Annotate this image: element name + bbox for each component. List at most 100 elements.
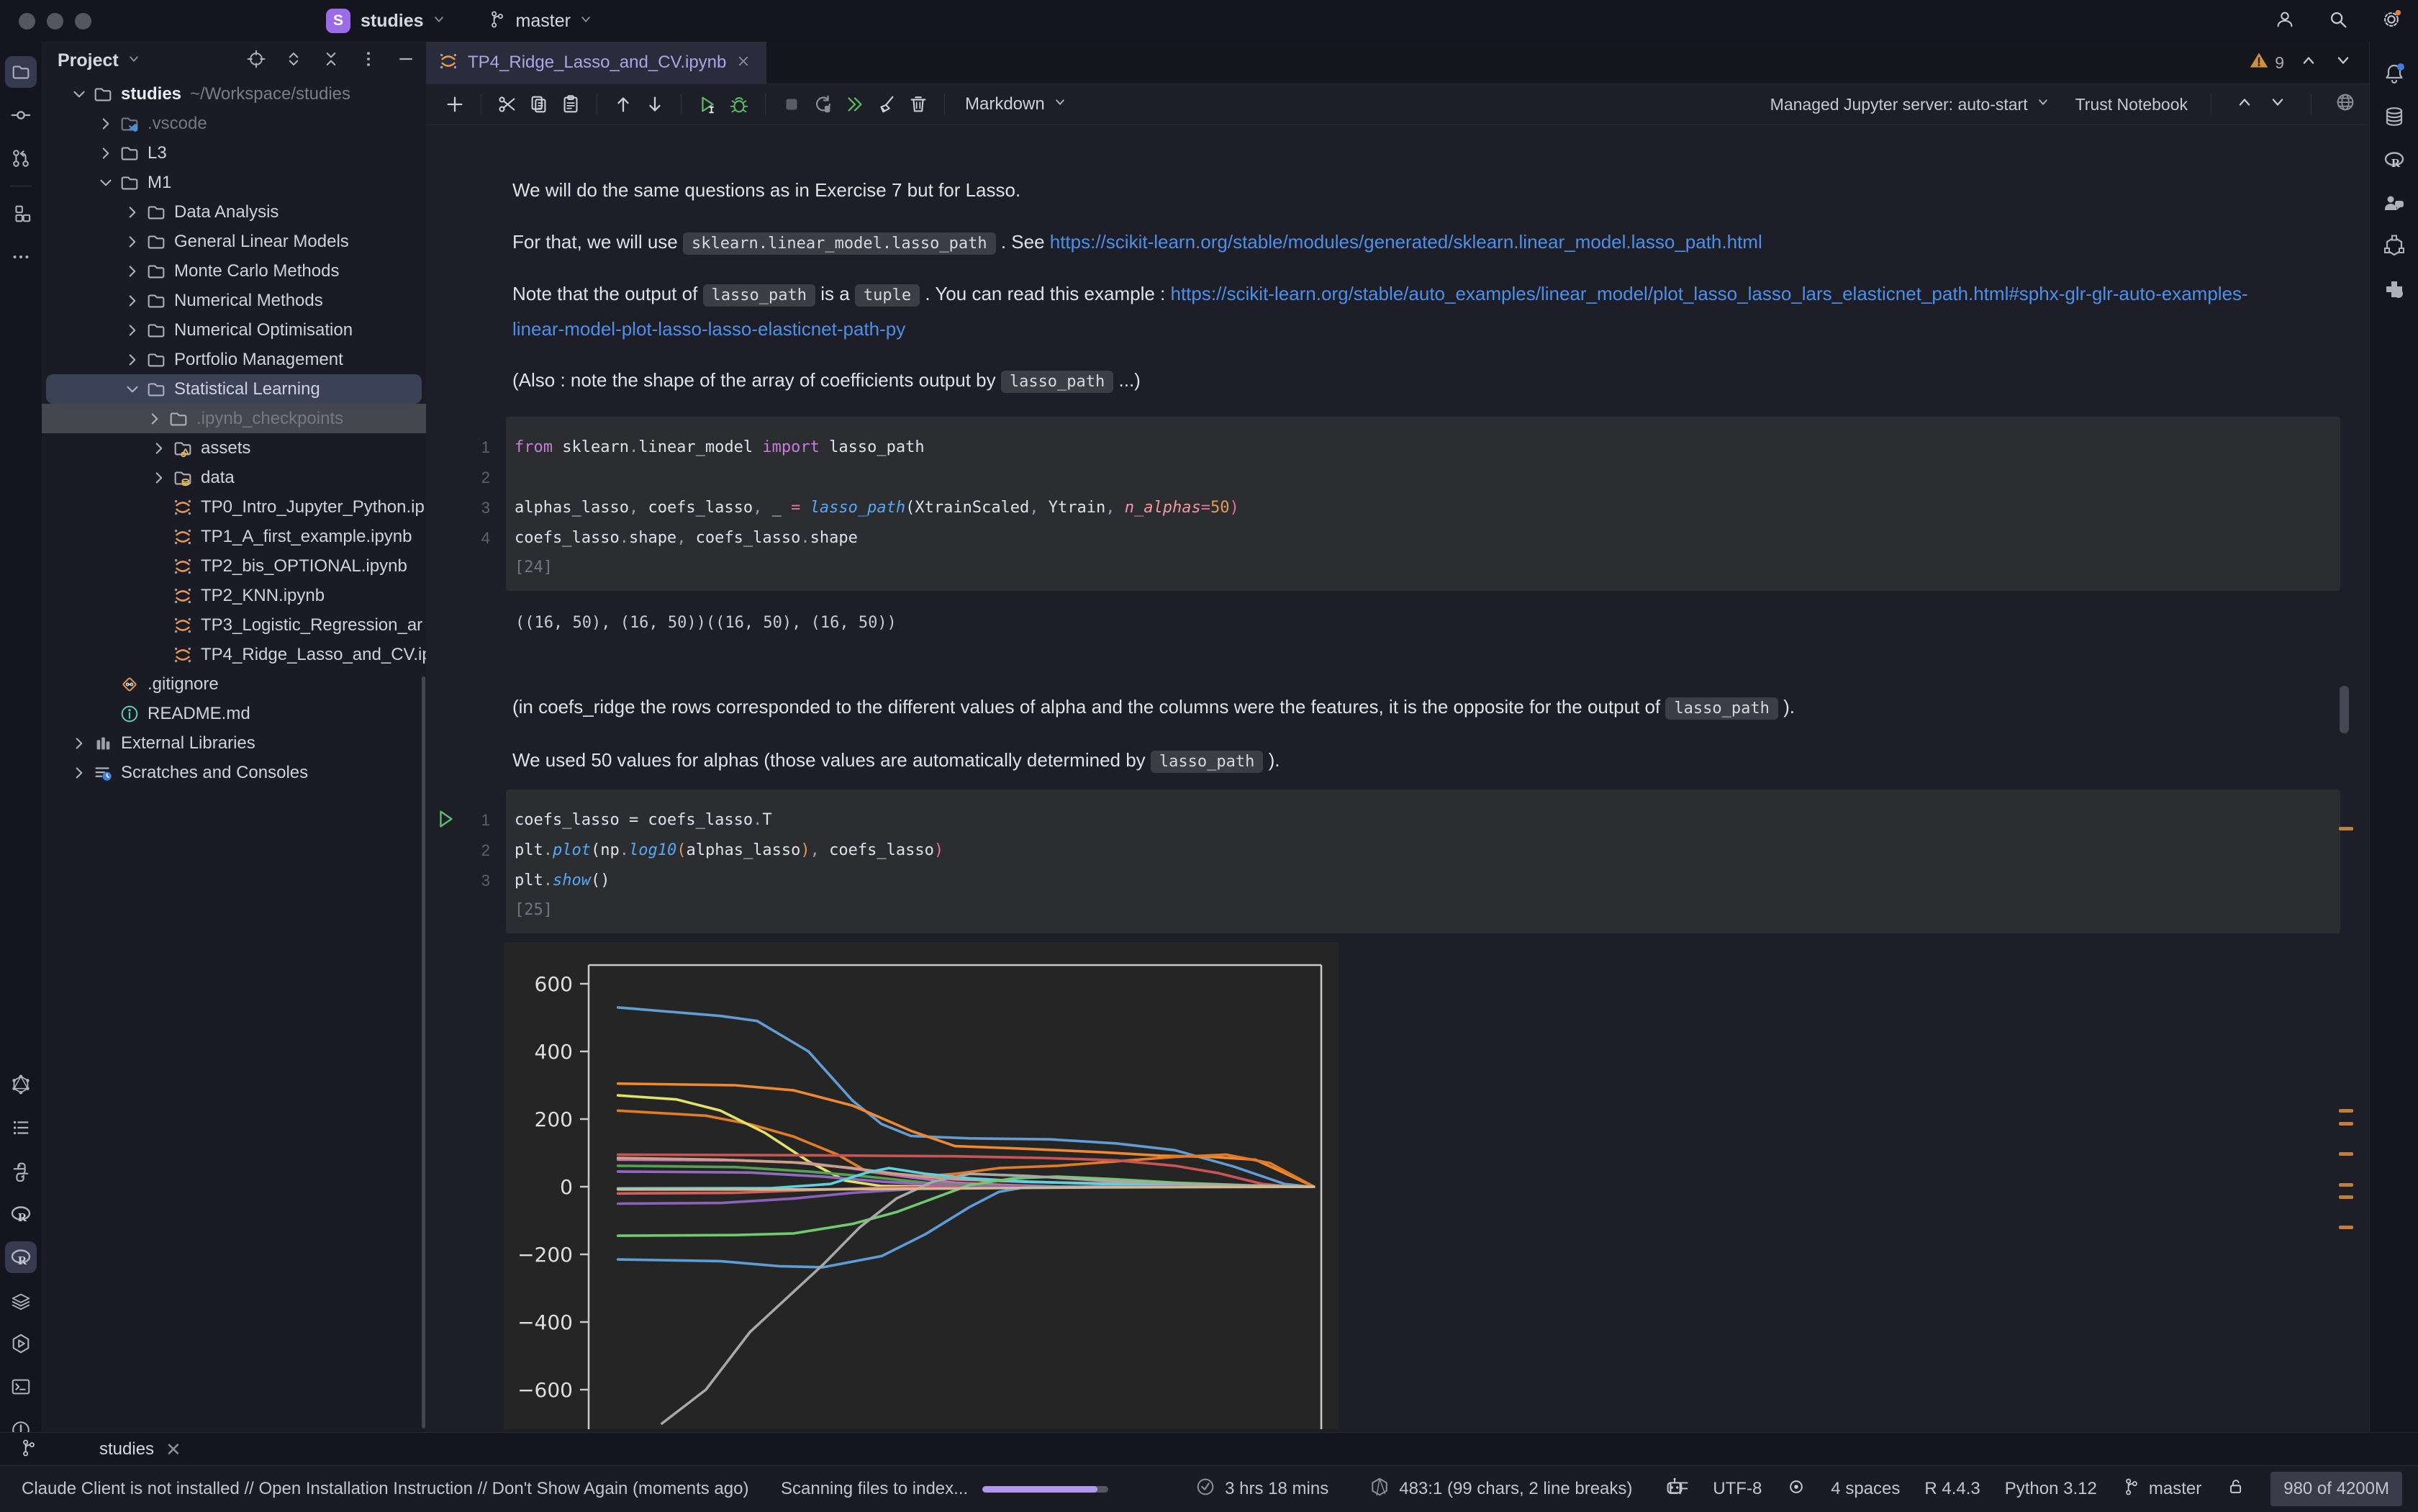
minimize-window-button[interactable] (47, 13, 63, 30)
branch-name[interactable]: master (516, 11, 571, 32)
chevron-right-icon[interactable] (143, 409, 166, 428)
tree-item-l3[interactable]: L3 (46, 138, 422, 168)
rail-button-graphql-tool[interactable] (0, 1063, 42, 1106)
code-cell-2[interactable]: 123coefs_lasso = coefs_lasso.Tplt.plot(n… (426, 789, 2369, 933)
tree-item-general-linear-models[interactable]: General Linear Models (46, 227, 422, 256)
tree-item-tp3-logistic-regression-ar[interactable]: TP3_Logistic_Regression_ar (46, 610, 422, 640)
code-cell-1[interactable]: 1234from sklearn.linear_model import las… (426, 417, 2369, 591)
branch-widget[interactable]: master (487, 9, 594, 33)
next-warning-chevron-down-icon[interactable] (2333, 50, 2353, 75)
tree-item--gitignore[interactable]: .gitignore (46, 669, 422, 699)
chevron-right-icon[interactable] (94, 114, 117, 133)
tree-item-numerical-methods[interactable]: Numerical Methods (46, 286, 422, 315)
cell-code-panel[interactable]: from sklearn.linear_model import lasso_p… (506, 417, 2340, 591)
run-all-cells-button[interactable] (839, 90, 871, 119)
interrupt-kernel-button[interactable] (776, 90, 807, 119)
rail-button-more-tools[interactable] (0, 235, 42, 279)
chevron-right-icon[interactable] (121, 291, 144, 310)
browser-globe-icon[interactable] (2335, 91, 2356, 117)
tree-item-numerical-optimisation[interactable]: Numerical Optimisation (46, 315, 422, 345)
rail-button-version-control-tool[interactable] (0, 137, 42, 180)
kebab-menu-icon[interactable] (358, 49, 379, 73)
search-icon[interactable] (2327, 9, 2349, 34)
chevron-right-icon[interactable] (121, 350, 144, 369)
rail-button-ai-assistant-tool[interactable] (2370, 181, 2418, 225)
tree-item-scratches-and-consoles[interactable]: Scratches and Consoles (46, 758, 422, 787)
trust-notebook-button[interactable]: Trust Notebook (2075, 95, 2188, 114)
cell-code-panel[interactable]: coefs_lasso = coefs_lasso.Tplt.plot(np.l… (506, 789, 2340, 933)
collapse-all-icon[interactable] (321, 49, 341, 73)
prev-warning-chevron-up-icon[interactable] (2299, 50, 2319, 75)
rail-button-terminal-tool[interactable] (0, 1365, 42, 1408)
inspections-widget[interactable]: 9 (2249, 50, 2353, 75)
locate-file-icon[interactable] (246, 49, 266, 73)
rail-button-r-console-tool[interactable]: R (0, 1192, 42, 1236)
hexagon-icon[interactable] (1369, 1476, 1390, 1503)
tree-item-studies[interactable]: studies~/Workspace/studies (46, 79, 422, 109)
chevron-right-icon[interactable] (121, 203, 144, 222)
chevron-down-icon[interactable] (68, 85, 91, 104)
project-widget[interactable]: S studies (326, 9, 447, 33)
chevron-right-icon[interactable] (121, 321, 144, 340)
doc-link[interactable]: https://scikit-learn.org/stable/modules/… (1050, 231, 1762, 253)
zoom-window-button[interactable] (75, 13, 91, 30)
file-encoding[interactable]: UTF-8 (1713, 1479, 1762, 1499)
project-panel-title[interactable]: Project (58, 50, 119, 71)
python-interpreter[interactable]: Python 3.12 (2005, 1479, 2097, 1499)
rail-button-commit-tool[interactable] (0, 94, 42, 137)
chevron-right-icon[interactable] (121, 232, 144, 251)
delete-cell-button[interactable] (902, 90, 934, 119)
chevron-right-icon[interactable] (68, 734, 91, 753)
git-branch-icon[interactable] (19, 1438, 39, 1462)
traffic-lights[interactable] (19, 13, 103, 30)
rail-button-r-tools[interactable]: R (0, 1236, 42, 1279)
tab-notebook[interactable]: TP4_Ridge_Lasso_and_CV.ipynb (426, 42, 766, 83)
jupyter-server-selector[interactable]: Managed Jupyter server: auto-start (1770, 94, 2051, 114)
line-separator[interactable]: LF (1668, 1479, 1688, 1499)
rail-button-layers-tool[interactable] (0, 1279, 42, 1322)
hide-panel-icon[interactable] (396, 49, 416, 73)
caret-position[interactable]: 483:1 (99 chars, 2 line breaks) (1399, 1479, 1632, 1499)
rail-button-project-tool[interactable] (0, 50, 42, 94)
chevron-right-icon[interactable] (94, 144, 117, 163)
run-cell-gutter-icon[interactable] (435, 808, 456, 834)
tree-item-assets[interactable]: assets (46, 433, 422, 463)
chevron-down-icon[interactable] (94, 173, 117, 192)
tree-item--ipynb-checkpoints[interactable]: .ipynb_checkpoints (42, 404, 426, 433)
tree-item-tp0-intro-jupyter-python-ip[interactable]: TP0_Intro_Jupyter_Python.ip (46, 492, 422, 522)
warning-stripe-mark[interactable] (2339, 1183, 2353, 1187)
next-cell-chevron-down-icon[interactable] (2268, 92, 2288, 117)
tree-item-readme-md[interactable]: README.md (46, 699, 422, 728)
chevron-right-icon[interactable] (121, 262, 144, 281)
tree-item-portfolio-management[interactable]: Portfolio Management (46, 345, 422, 374)
clock-check-icon[interactable] (1195, 1476, 1216, 1503)
run-cell-button[interactable] (692, 90, 723, 119)
git-tool-tab[interactable]: studies ✕ (99, 1439, 181, 1461)
debug-cell-button[interactable] (723, 90, 755, 119)
cut-cell-button[interactable] (492, 90, 523, 119)
rail-button-services-tool[interactable] (0, 1322, 42, 1365)
session-time[interactable]: 3 hrs 18 mins (1225, 1479, 1328, 1499)
move-cell-down-button[interactable] (639, 90, 671, 119)
move-cell-up-button[interactable] (607, 90, 639, 119)
chevron-down-icon[interactable] (121, 380, 144, 399)
panel-scrollbar[interactable] (422, 676, 425, 1429)
warning-stripe-mark[interactable] (2339, 827, 2353, 830)
prev-cell-chevron-up-icon[interactable] (2234, 92, 2255, 117)
warning-stripe-mark[interactable] (2339, 1109, 2353, 1113)
add-cell-button[interactable] (439, 90, 471, 119)
tree-item-m1[interactable]: M1 (46, 168, 422, 197)
rail-button-structure-tool[interactable] (0, 192, 42, 235)
close-icon[interactable]: ✕ (166, 1439, 181, 1461)
chevron-right-icon[interactable] (148, 468, 171, 487)
r-interpreter[interactable]: R 4.4.3 (1924, 1479, 1980, 1499)
chevron-right-icon[interactable] (68, 764, 91, 782)
settings-gear-icon[interactable] (2381, 9, 2402, 34)
rail-button-dependencies-tool[interactable] (2370, 225, 2418, 268)
tree-item-data[interactable]: data (46, 463, 422, 492)
indent-setting[interactable]: 4 spaces (1831, 1479, 1900, 1499)
paste-cell-button[interactable] (555, 90, 587, 119)
warning-stripe-mark[interactable] (2339, 1122, 2353, 1126)
tree-item-data-analysis[interactable]: Data Analysis (46, 197, 422, 227)
rail-button-python-packages-tool[interactable] (0, 1149, 42, 1192)
